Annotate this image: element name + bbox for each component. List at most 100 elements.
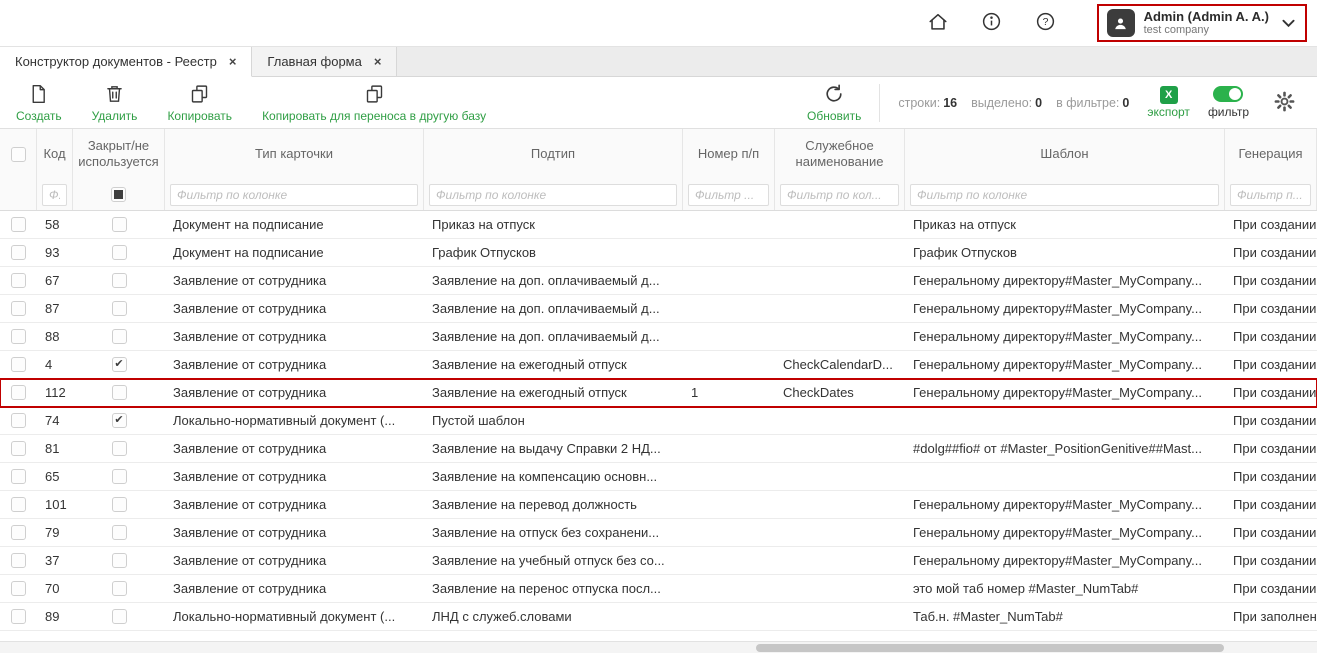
cell-number: 1	[683, 385, 775, 400]
row-checkbox[interactable]	[11, 245, 26, 260]
table-row[interactable]: 89Локально-нормативный документ (...ЛНД …	[0, 603, 1317, 631]
settings-button[interactable]	[1267, 90, 1301, 116]
home-button[interactable]	[911, 3, 965, 43]
row-checkbox[interactable]	[11, 329, 26, 344]
toggle-on-icon[interactable]	[1213, 86, 1243, 102]
table-row[interactable]: 81Заявление от сотрудникаЗаявление на вы…	[0, 435, 1317, 463]
stat-rows: строки:16	[898, 96, 957, 110]
row-checkbox[interactable]	[11, 581, 26, 596]
row-checkbox[interactable]	[11, 273, 26, 288]
cell-template: График Отпусков	[905, 245, 1225, 260]
row-checkbox[interactable]	[11, 525, 26, 540]
user-name: Admin (Admin A. A.)	[1144, 9, 1269, 25]
table-row[interactable]: 88Заявление от сотрудникаЗаявление на до…	[0, 323, 1317, 351]
cell-code: 112	[37, 385, 73, 400]
closed-checkbox[interactable]	[112, 581, 127, 596]
info-button[interactable]	[965, 3, 1019, 43]
table-row[interactable]: 93Документ на подписаниеГрафик ОтпусковГ…	[0, 239, 1317, 267]
row-checkbox[interactable]	[11, 217, 26, 232]
column-header-number[interactable]: Номер п/п	[683, 129, 775, 179]
row-checkbox[interactable]	[11, 413, 26, 428]
filter-subtype-input[interactable]	[429, 184, 677, 206]
row-checkbox[interactable]	[11, 553, 26, 568]
closed-checkbox-checked[interactable]	[112, 413, 127, 428]
filter-code-input[interactable]	[42, 184, 67, 206]
user-menu[interactable]: Admin (Admin A. A.) test company	[1097, 4, 1307, 43]
closed-checkbox[interactable]	[112, 273, 127, 288]
scrollbar-thumb[interactable]	[756, 644, 1224, 652]
table-row[interactable]: 58Документ на подписаниеПриказ на отпуск…	[0, 211, 1317, 239]
column-header-template[interactable]: Шаблон	[905, 129, 1225, 179]
select-all-checkbox[interactable]	[11, 147, 26, 162]
row-checkbox[interactable]	[11, 497, 26, 512]
tab-main-form[interactable]: Главная форма ×	[252, 47, 397, 76]
create-button[interactable]: Создать	[16, 83, 62, 123]
stat-filtered-value: 0	[1122, 96, 1129, 110]
grid-stats: строки:16 выделено:0 в фильтре:0	[898, 96, 1129, 110]
closed-checkbox[interactable]	[112, 609, 127, 624]
table-row[interactable]: 74Локально-нормативный документ (...Пуст…	[0, 407, 1317, 435]
closed-checkbox[interactable]	[112, 301, 127, 316]
table-row[interactable]: 37Заявление от сотрудникаЗаявление на уч…	[0, 547, 1317, 575]
closed-checkbox[interactable]	[112, 553, 127, 568]
row-select-cell	[0, 525, 37, 540]
cell-code: 4	[37, 357, 73, 372]
row-checkbox[interactable]	[11, 441, 26, 456]
closed-checkbox[interactable]	[112, 217, 127, 232]
column-header-code[interactable]: Код	[37, 129, 73, 179]
filter-toggle[interactable]: фильтр	[1208, 86, 1249, 119]
row-checkbox[interactable]	[11, 301, 26, 316]
table-row[interactable]: 101Заявление от сотрудникаЗаявление на п…	[0, 491, 1317, 519]
table-row[interactable]: 65Заявление от сотрудникаЗаявление на ко…	[0, 463, 1317, 491]
filter-generation-input[interactable]	[1230, 184, 1311, 206]
cell-service: CheckCalendarD...	[775, 357, 905, 372]
horizontal-scrollbar[interactable]	[0, 641, 1317, 653]
column-header-generation[interactable]: Генерация	[1225, 129, 1317, 179]
help-button[interactable]: ?	[1019, 3, 1073, 43]
closed-checkbox[interactable]	[112, 385, 127, 400]
closed-checkbox[interactable]	[112, 525, 127, 540]
row-checkbox[interactable]	[11, 609, 26, 624]
refresh-button[interactable]: Обновить	[807, 83, 861, 123]
cell-type: Заявление от сотрудника	[165, 497, 424, 512]
copy-transfer-button[interactable]: Копировать для переноса в другую базу	[262, 83, 486, 123]
filter-cell-subtype	[424, 179, 683, 210]
table-row[interactable]: 70Заявление от сотрудникаЗаявление на пе…	[0, 575, 1317, 603]
copy-button[interactable]: Копировать	[167, 83, 232, 123]
closed-checkbox-checked[interactable]	[112, 357, 127, 372]
table-row[interactable]: 67Заявление от сотрудникаЗаявление на до…	[0, 267, 1317, 295]
cell-generation: При создании	[1225, 581, 1317, 596]
filter-template-input[interactable]	[910, 184, 1219, 206]
filter-type-input[interactable]	[170, 184, 418, 206]
table-row[interactable]: 79Заявление от сотрудникаЗаявление на от…	[0, 519, 1317, 547]
column-header-type[interactable]: Тип карточки	[165, 129, 424, 179]
cell-closed	[73, 609, 165, 624]
delete-button[interactable]: Копировать Удалить	[92, 83, 138, 123]
close-icon[interactable]: ×	[374, 55, 382, 68]
table-row-highlighted[interactable]: 112Заявление от сотрудникаЗаявление на е…	[0, 379, 1317, 407]
cell-closed	[73, 553, 165, 568]
filter-service-input[interactable]	[780, 184, 899, 206]
closed-checkbox[interactable]	[112, 329, 127, 344]
table-row[interactable]: 4Заявление от сотрудникаЗаявление на еже…	[0, 351, 1317, 379]
closed-checkbox[interactable]	[112, 497, 127, 512]
column-header-subtype[interactable]: Подтип	[424, 129, 683, 179]
filter-number-input[interactable]	[688, 184, 769, 206]
row-checkbox[interactable]	[11, 469, 26, 484]
tab-document-constructor-registry[interactable]: Конструктор документов - Реестр ×	[0, 47, 252, 77]
column-header-closed[interactable]: Закрыт/не используется	[73, 129, 165, 179]
row-select-cell	[0, 217, 37, 232]
user-company: test company	[1144, 24, 1269, 37]
closed-checkbox[interactable]	[112, 441, 127, 456]
closed-filter-checkbox[interactable]	[111, 187, 126, 202]
export-button[interactable]: X экспорт	[1147, 86, 1190, 119]
closed-checkbox[interactable]	[112, 469, 127, 484]
close-icon[interactable]: ×	[229, 55, 237, 68]
cell-code: 37	[37, 553, 73, 568]
closed-checkbox[interactable]	[112, 245, 127, 260]
table-row[interactable]: 87Заявление от сотрудникаЗаявление на до…	[0, 295, 1317, 323]
row-checkbox[interactable]	[11, 357, 26, 372]
row-checkbox[interactable]	[11, 385, 26, 400]
cell-closed	[73, 441, 165, 456]
column-header-service[interactable]: Служебное наименование	[775, 129, 905, 179]
